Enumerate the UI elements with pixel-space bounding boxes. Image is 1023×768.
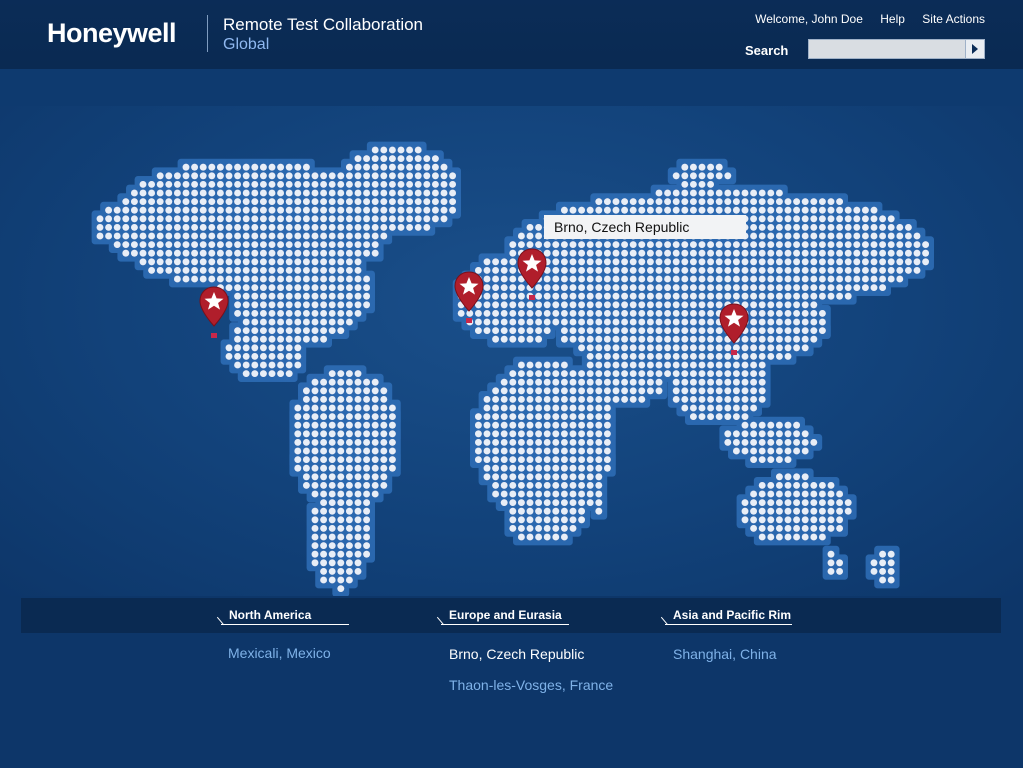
search-submit-button[interactable] [965,39,985,59]
tab-underline [665,624,792,625]
site-actions-link[interactable]: Site Actions [922,12,985,26]
map-pin-brno[interactable] [517,248,547,300]
honeywell-logo[interactable]: Honeywell [47,18,177,49]
help-link[interactable]: Help [880,12,905,26]
location-link-mexicali[interactable]: Mexicali, Mexico [228,645,331,661]
world-dot-map [96,146,929,592]
tab-underline [441,624,569,625]
app-title: Remote Test Collaboration [223,15,424,34]
search-label: Search [745,43,789,58]
logo-divider [207,15,208,52]
top-links: Welcome, John Doe Help Site Actions [741,12,985,26]
tab-europe-eurasia[interactable]: Europe and Eurasia [436,608,569,626]
tab-asia-pacific-label: Asia and Pacific Rim [673,608,792,622]
map-pin-shanghai[interactable] [719,303,749,355]
tab-north-america-label: North America [229,608,312,622]
location-tooltip: Brno, Czech Republic [544,215,746,239]
world-map-area [0,106,1023,596]
tab-europe-eurasia-label: Europe and Eurasia [449,608,562,622]
location-link-thaon[interactable]: Thaon-les-Vosges, France [449,677,613,693]
app-subtitle: Global [223,36,270,53]
subheader-band [0,69,1023,106]
location-link-shanghai[interactable]: Shanghai, China [673,646,777,662]
location-link-brno[interactable]: Brno, Czech Republic [449,646,584,662]
header-bar: Honeywell Remote Test Collaboration Glob… [0,0,1023,69]
search-input[interactable] [808,39,969,59]
tab-underline [221,624,349,625]
welcome-user-link[interactable]: Welcome, John Doe [755,12,863,26]
map-pin-mexicali[interactable] [199,286,229,338]
tab-asia-pacific[interactable]: Asia and Pacific Rim [660,608,792,626]
tab-north-america[interactable]: North America [216,608,349,626]
map-pin-thaon[interactable] [454,271,484,323]
